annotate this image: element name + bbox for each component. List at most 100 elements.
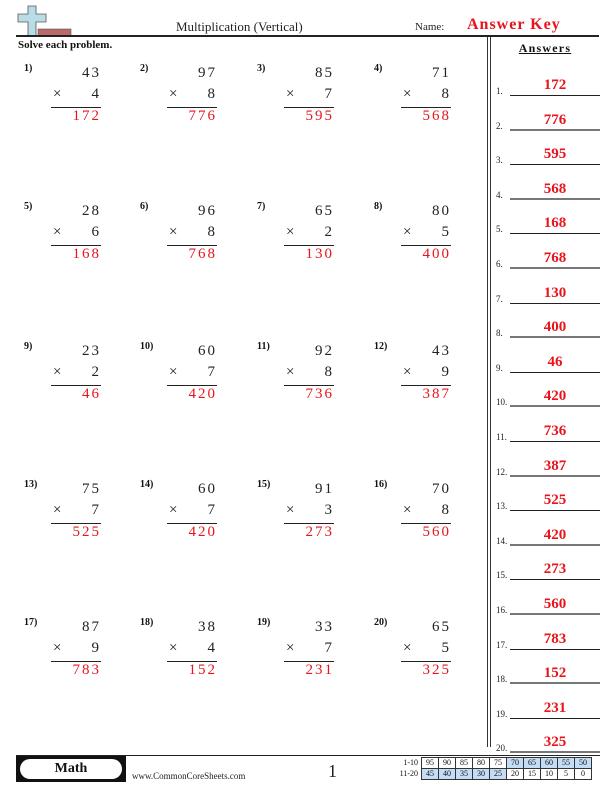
multiplicand: 92 — [315, 343, 334, 359]
score-cell: 90 — [438, 757, 456, 769]
score-cell: 10 — [540, 768, 558, 780]
answer-row: 7. 130 — [496, 272, 600, 306]
answer-line — [510, 302, 600, 304]
answers-title: Answers — [518, 41, 572, 55]
answer-number: 11. — [496, 432, 507, 442]
answer-row: 15. 273 — [496, 548, 600, 582]
answer-value: 168 — [543, 215, 567, 232]
problem-number: 2) — [140, 63, 149, 74]
name-label: Name: — [415, 21, 445, 33]
column-divider — [490, 37, 491, 747]
answer-line — [510, 751, 600, 754]
answer-row: 19. 231 — [496, 687, 600, 721]
multiplicand: 97 — [198, 65, 217, 81]
problem: 15) 91 × 3 273 — [257, 479, 367, 559]
answer-number: 9. — [496, 362, 503, 373]
score-cell: 75 — [489, 757, 507, 769]
problem: 10) 60 × 7 420 — [140, 341, 250, 421]
answer-line — [510, 95, 600, 96]
problem: 11) 92 × 8 736 — [257, 341, 367, 421]
problem-number: 14) — [140, 479, 154, 490]
problem: 4) 71 × 8 568 — [374, 63, 484, 143]
answer-line — [510, 128, 600, 131]
problem-number: 1) — [24, 63, 33, 74]
score-cell: 50 — [574, 757, 592, 769]
answer-row: 17. 783 — [496, 618, 600, 652]
problem-answer: 273 — [305, 524, 334, 540]
multiplier: 8 — [441, 502, 451, 518]
answer-value: 152 — [543, 665, 567, 682]
answer-number: 19. — [496, 708, 508, 719]
problem-answer: 130 — [305, 246, 334, 262]
problem-answer: 420 — [188, 524, 217, 540]
multiplicand: 43 — [432, 343, 451, 359]
times-icon: × — [403, 640, 412, 656]
score-cell: 5 — [557, 768, 575, 780]
score-row-label: 11-20 — [399, 769, 418, 778]
answer-value: 525 — [543, 492, 567, 509]
problem-number: 8) — [374, 201, 383, 212]
multiplier: 7 — [91, 502, 101, 518]
subject-label: Math — [20, 759, 122, 779]
problem-number: 9) — [24, 341, 33, 352]
multiplicand: 71 — [432, 65, 451, 81]
answer-number: 15. — [496, 570, 508, 581]
page-number: 1 — [328, 761, 337, 781]
answer-line — [510, 474, 600, 477]
problem-answer: 152 — [188, 662, 217, 678]
score-cell: 70 — [506, 757, 524, 769]
problem-number: 7) — [257, 201, 266, 212]
site-link[interactable]: www.CommonCoreSheets.com — [132, 771, 245, 781]
multiplicand: 28 — [82, 203, 101, 219]
answer-line — [510, 510, 600, 512]
problem: 1) 43 × 4 172 — [24, 63, 134, 143]
times-icon: × — [53, 86, 62, 102]
problem: 9) 23 × 2 46 — [24, 341, 134, 421]
problem-number: 13) — [24, 479, 38, 490]
problem-answer: 783 — [72, 662, 101, 678]
problem-number: 10) — [140, 341, 154, 352]
multiplier: 6 — [91, 224, 101, 240]
answer-value: 560 — [543, 596, 567, 612]
problem-number: 12) — [374, 341, 388, 352]
problem-number: 16) — [374, 479, 388, 490]
multiplier: 7 — [324, 640, 334, 656]
score-table: 1-10 95 90 85 80 75 70 65 60 55 50 11-20 45 40 35 30 25 2… — [396, 757, 592, 780]
answer-number: 1. — [496, 86, 503, 96]
times-icon: × — [169, 502, 178, 518]
answer-number: 7. — [496, 293, 503, 304]
problem-answer: 172 — [72, 108, 101, 124]
problem-answer: 168 — [72, 246, 101, 262]
multiplicand: 60 — [198, 481, 217, 497]
answer-row: 14. 420 — [496, 514, 600, 548]
answer-value: 46 — [547, 353, 563, 370]
times-icon: × — [53, 640, 62, 656]
multiplier: 7 — [207, 502, 217, 518]
times-icon: × — [169, 364, 178, 380]
answer-value: 736 — [543, 423, 567, 439]
answer-number: 16. — [496, 605, 508, 615]
multiplier: 5 — [441, 224, 451, 240]
times-icon: × — [286, 640, 295, 656]
answer-number: 4. — [496, 189, 503, 200]
times-icon: × — [286, 224, 295, 240]
answer-row: 8. 400 — [496, 306, 600, 340]
answer-row: 5. 168 — [496, 202, 600, 236]
times-icon: × — [169, 86, 178, 102]
instructions: Solve each problem. — [18, 39, 113, 51]
problem: 19) 33 × 7 231 — [257, 617, 367, 697]
answer-value: 130 — [543, 284, 567, 301]
problem: 8) 80 × 5 400 — [374, 201, 484, 281]
problem-answer: 525 — [72, 524, 101, 540]
answer-row: 18. 152 — [496, 652, 600, 686]
score-row: 1-10 95 90 85 80 75 70 65 60 55 50 — [396, 757, 592, 769]
multiplicand: 87 — [82, 619, 101, 635]
answer-line — [510, 579, 600, 581]
score-cell: 45 — [421, 768, 439, 780]
answer-value: 595 — [543, 146, 567, 163]
header-rule — [16, 35, 599, 37]
answer-number: 10. — [496, 397, 508, 408]
answer-value: 568 — [543, 180, 567, 197]
score-cell: 65 — [523, 757, 541, 769]
problem-number: 15) — [257, 479, 271, 490]
